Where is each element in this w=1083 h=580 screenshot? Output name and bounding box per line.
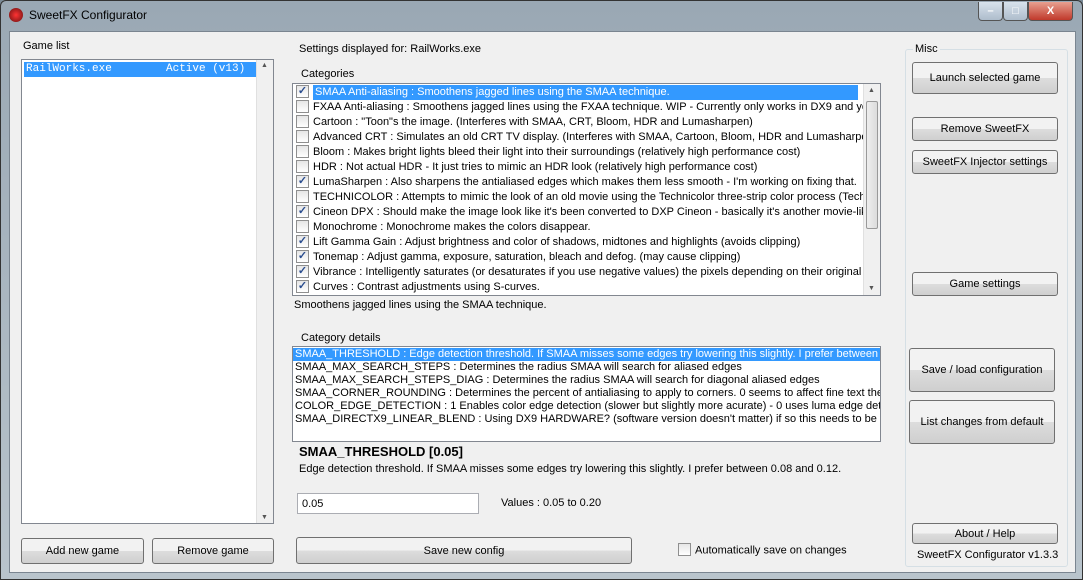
categories-label: Categories <box>301 68 355 80</box>
category-text: Cineon DPX : Should make the image look … <box>313 206 881 218</box>
category-item[interactable]: Bloom : Makes bright lights bleed their … <box>293 144 880 160</box>
maximize-button[interactable]: □ <box>1003 2 1028 21</box>
game-name: RailWorks.exe <box>26 63 112 75</box>
save-new-config-button[interactable]: Save new config <box>296 537 632 564</box>
category-checkbox[interactable]: ✓ <box>296 279 309 293</box>
category-item[interactable]: Cartoon : "Toon"s the image. (Interferes… <box>293 114 880 130</box>
value-range: Values : 0.05 to 0.20 <box>501 497 602 509</box>
category-item[interactable]: ✓ LumaSharpen : Also sharpens the antiali… <box>293 174 880 190</box>
category-checkbox[interactable] <box>296 114 309 128</box>
version-label: SweetFX Configurator v1.3.3 <box>917 549 1059 561</box>
app-window: SweetFX Configurator – □ X Game list Rai… <box>0 0 1083 580</box>
categories-list[interactable]: ✓ SMAA Anti-aliasing : Smoothens jagged l… <box>292 83 881 296</box>
category-item[interactable]: HDR : Not actual HDR - It just tries to … <box>293 159 880 175</box>
settings-for-game: RailWorks.exe <box>410 43 482 55</box>
category-checkbox[interactable] <box>296 189 309 203</box>
app-icon <box>9 8 23 22</box>
category-item[interactable]: ✓ Tonemap : Adjust gamma, exposure, satur… <box>293 249 880 265</box>
category-item[interactable]: Advanced CRT : Simulates an old CRT TV d… <box>293 129 881 145</box>
category-checkbox[interactable]: ✓ <box>296 249 309 263</box>
game-list[interactable]: RailWorks.exe Active (v13) ▲ ▼ <box>21 59 274 524</box>
category-text: TECHNICOLOR : Attempts to mimic the look… <box>313 191 881 203</box>
category-text: Advanced CRT : Simulates an old CRT TV d… <box>313 131 881 143</box>
remove-sweetfx-button[interactable]: Remove SweetFX <box>912 117 1058 141</box>
category-item[interactable]: FXAA Anti-aliasing : Smoothens jagged li… <box>293 99 881 115</box>
category-checkbox[interactable]: ✓ <box>296 204 309 218</box>
detail-item[interactable]: SMAA_CORNER_ROUNDING : Determines the pe… <box>293 387 880 400</box>
category-checkbox[interactable] <box>296 144 309 158</box>
category-text: Lift Gamma Gain : Adjust brightness and … <box>313 236 801 248</box>
category-item[interactable]: ✓ Cineon DPX : Should make the image look… <box>293 204 881 220</box>
category-details-label: Category details <box>301 332 381 344</box>
settings-for: Settings displayed for: RailWorks.exe <box>299 43 481 55</box>
detail-item[interactable]: SMAA_DIRECTX9_LINEAR_BLEND : Using DX9 H… <box>293 413 880 426</box>
detail-item[interactable]: COLOR_EDGE_DETECTION : 1 Enables color e… <box>293 400 880 413</box>
auto-save-label: Automatically save on changes <box>695 544 847 557</box>
selected-setting-title: SMAA_THRESHOLD [0.05] <box>299 444 463 459</box>
category-item[interactable]: ✓ Curves : Contrast adjustments using S-c… <box>293 279 880 295</box>
setting-value-input[interactable] <box>297 493 479 514</box>
checkbox[interactable] <box>678 543 691 556</box>
selected-setting-description: Edge detection threshold. If SMAA misses… <box>299 463 842 475</box>
add-new-game-button[interactable]: Add new game <box>21 538 144 564</box>
category-text: Vibrance : Intelligently saturates (or d… <box>313 266 881 278</box>
category-item[interactable]: ✓ Lift Gamma Gain : Adjust brightness and… <box>293 234 880 250</box>
category-checkbox[interactable] <box>296 219 309 233</box>
category-description: Smoothens jagged lines using the SMAA te… <box>294 299 547 311</box>
category-item[interactable]: TECHNICOLOR : Attempts to mimic the look… <box>293 189 881 205</box>
remove-game-button[interactable]: Remove game <box>152 538 274 564</box>
category-text: FXAA Anti-aliasing : Smoothens jagged li… <box>313 101 881 113</box>
detail-item[interactable]: SMAA_THRESHOLD : Edge detection threshol… <box>293 348 880 361</box>
category-checkbox[interactable]: ✓ <box>296 264 309 278</box>
category-text: Monochrome : Monochrome makes the colors… <box>313 221 591 233</box>
category-checkbox[interactable]: ✓ <box>296 234 309 248</box>
category-details-list[interactable]: SMAA_THRESHOLD : Edge detection threshol… <box>292 346 881 442</box>
category-item[interactable]: ✓ Vibrance : Intelligently saturates (or … <box>293 264 881 280</box>
about-help-button[interactable]: About / Help <box>912 523 1058 544</box>
category-text: Cartoon : "Toon"s the image. (Interferes… <box>313 116 753 128</box>
save-load-configuration-button[interactable]: Save / load configuration <box>909 348 1055 392</box>
category-text: SMAA Anti-aliasing : Smoothens jagged li… <box>313 85 858 100</box>
minimize-button[interactable]: – <box>978 2 1003 21</box>
category-text: HDR : Not actual HDR - It just tries to … <box>313 161 758 173</box>
categories-scrollbar[interactable]: ▲ ▼ <box>863 84 880 295</box>
window-title: SweetFX Configurator <box>29 8 148 22</box>
close-button[interactable]: X <box>1028 2 1073 21</box>
game-list-label: Game list <box>23 40 70 52</box>
category-text: Curves : Contrast adjustments using S-cu… <box>313 281 540 293</box>
category-checkbox[interactable] <box>296 99 309 113</box>
category-text: LumaSharpen : Also sharpens the antialia… <box>313 176 857 188</box>
detail-item[interactable]: SMAA_MAX_SEARCH_STEPS : Determines the r… <box>293 361 880 374</box>
game-list-item[interactable]: RailWorks.exe Active (v13) <box>24 62 256 77</box>
scrollbar-thumb[interactable] <box>866 101 878 229</box>
category-item[interactable]: Monochrome : Monochrome makes the colors… <box>293 219 880 235</box>
category-item[interactable]: ✓ SMAA Anti-aliasing : Smoothens jagged l… <box>293 84 880 100</box>
injector-settings-button[interactable]: SweetFX Injector settings <box>912 150 1058 174</box>
category-text: Tonemap : Adjust gamma, exposure, satura… <box>313 251 741 263</box>
category-checkbox[interactable]: ✓ <box>296 84 309 98</box>
misc-label: Misc <box>913 43 940 55</box>
list-changes-button[interactable]: List changes from default <box>909 400 1055 444</box>
category-text: Bloom : Makes bright lights bleed their … <box>313 146 801 158</box>
game-settings-button[interactable]: Game settings <box>912 272 1058 296</box>
category-checkbox[interactable] <box>296 129 309 143</box>
game-list-scrollbar[interactable]: ▲ ▼ <box>256 60 273 523</box>
game-status: Active (v13) <box>166 63 246 75</box>
auto-save-checkbox[interactable]: Automatically save on changes <box>677 543 847 557</box>
category-checkbox[interactable]: ✓ <box>296 174 309 188</box>
detail-item[interactable]: SMAA_MAX_SEARCH_STEPS_DIAG : Determines … <box>293 374 880 387</box>
launch-game-button[interactable]: Launch selected game <box>912 62 1058 94</box>
settings-for-label: Settings displayed for: <box>299 43 408 55</box>
category-checkbox[interactable] <box>296 159 309 173</box>
